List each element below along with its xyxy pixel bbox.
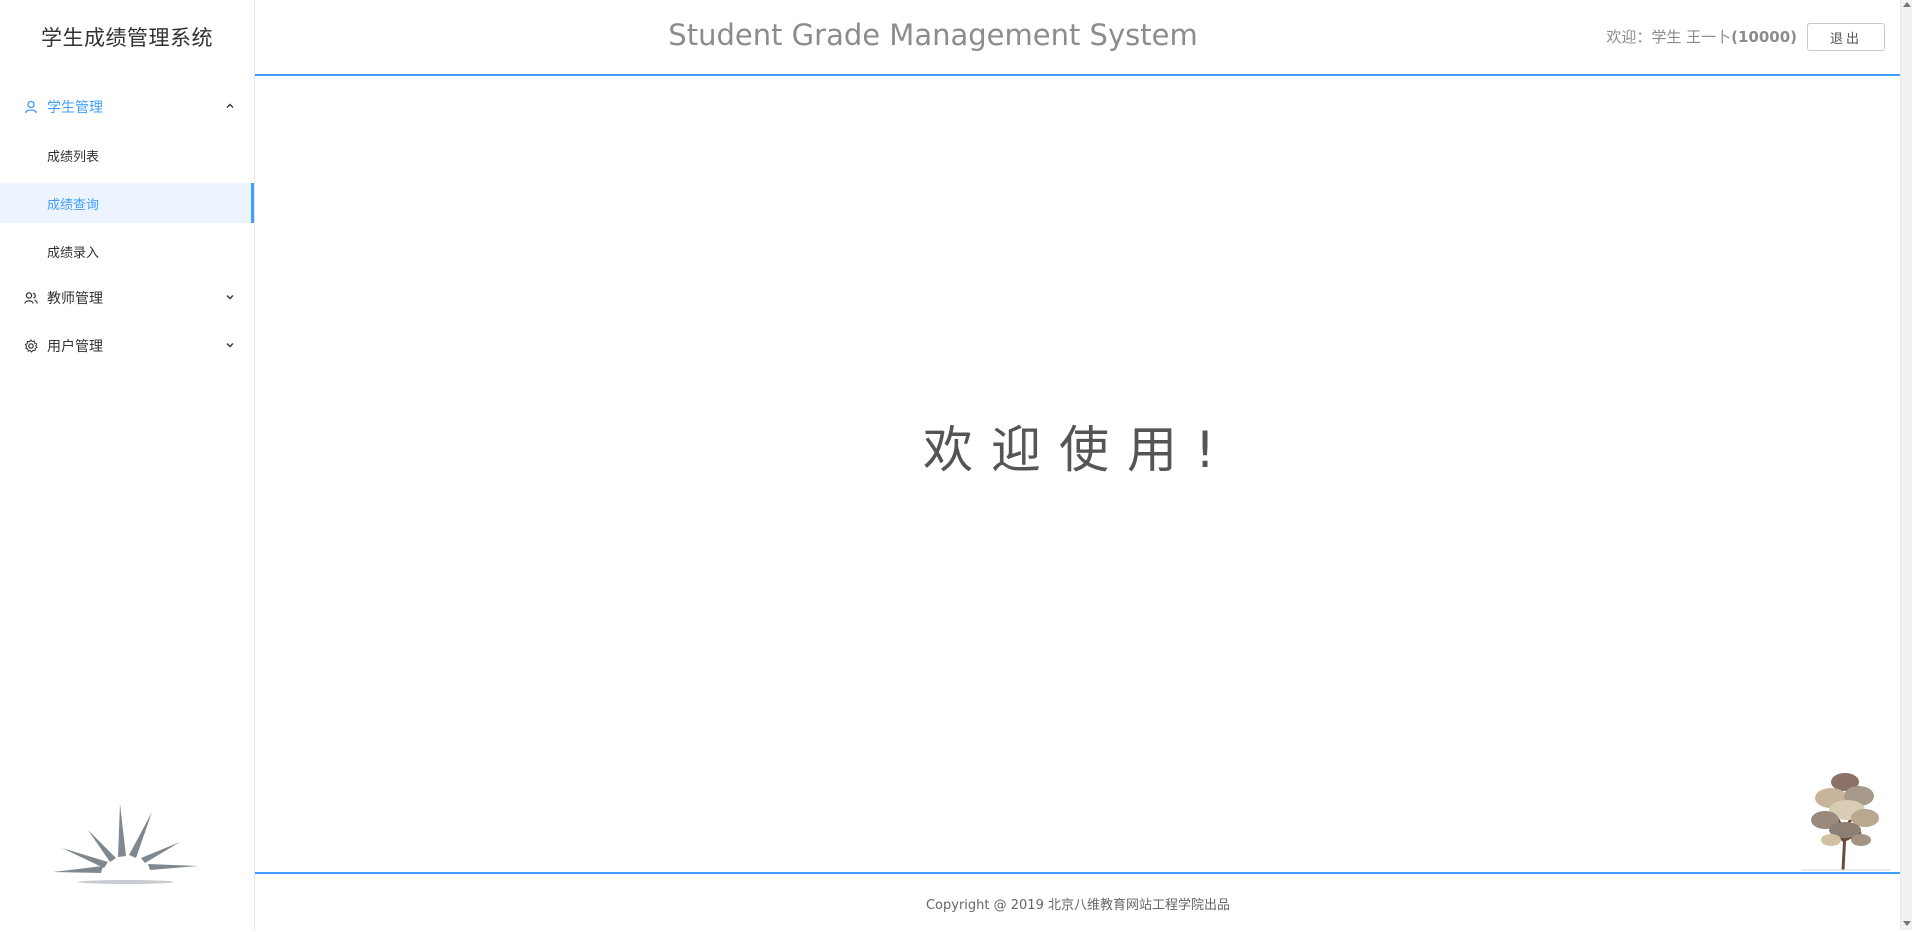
sidebar-item-label: 成绩列表 bbox=[47, 149, 100, 165]
menu-group-teacher[interactable]: 教师管理 bbox=[0, 274, 254, 322]
menu-group-user[interactable]: 用户管理 bbox=[0, 322, 254, 370]
welcome-user-text: 欢迎：学生 王一卜(10000) bbox=[1606, 26, 1797, 47]
welcome-prefix: 欢迎：学生 王一卜 bbox=[1606, 28, 1732, 46]
sidebar: 学生成绩管理系统 学生管理 成绩列表 成绩查询 成绩录入 教师管理 用户管理 bbox=[0, 0, 255, 930]
footer: Copyright @ 2019 北京八维教育网站工程学院出品 bbox=[255, 872, 1901, 932]
page-title: Student Grade Management System bbox=[668, 18, 1198, 52]
scroll-up-icon[interactable] bbox=[1903, 2, 1911, 7]
main-content: 欢迎使用! bbox=[255, 76, 1901, 872]
sidebar-item-grade-query[interactable]: 成绩查询 bbox=[0, 183, 254, 223]
menu-group-label: 学生管理 bbox=[47, 100, 103, 116]
menu-group-student[interactable]: 学生管理 bbox=[0, 83, 254, 131]
tree-icon bbox=[1801, 762, 1891, 872]
copyright-text: Copyright @ 2019 北京八维教育网站工程学院出品 bbox=[925, 898, 1230, 913]
top-header: Student Grade Management System 欢迎：学生 王一… bbox=[255, 0, 1901, 76]
sidebar-item-grade-list[interactable]: 成绩列表 bbox=[0, 135, 254, 175]
menu-group-label: 教师管理 bbox=[47, 291, 103, 307]
sidebar-item-grade-entry[interactable]: 成绩录入 bbox=[0, 231, 254, 271]
welcome-heading: 欢迎使用! bbox=[922, 421, 1234, 479]
user-id: (10000) bbox=[1731, 28, 1797, 46]
sunburst-logo-icon bbox=[48, 800, 208, 890]
chevron-up-icon bbox=[223, 99, 237, 113]
chevron-down-icon bbox=[223, 338, 237, 352]
users-icon bbox=[22, 289, 40, 307]
scroll-down-icon[interactable] bbox=[1903, 921, 1911, 926]
app-title: 学生成绩管理系统 bbox=[41, 26, 213, 50]
sidebar-item-label: 成绩查询 bbox=[47, 197, 100, 213]
chevron-down-icon bbox=[223, 290, 237, 304]
logout-button[interactable]: 退出 bbox=[1807, 23, 1885, 51]
sidebar-item-label: 成绩录入 bbox=[47, 245, 100, 261]
menu-group-label: 用户管理 bbox=[47, 339, 103, 355]
vertical-scrollbar[interactable] bbox=[1900, 0, 1912, 930]
gear-icon bbox=[22, 337, 40, 355]
user-icon bbox=[22, 98, 40, 116]
